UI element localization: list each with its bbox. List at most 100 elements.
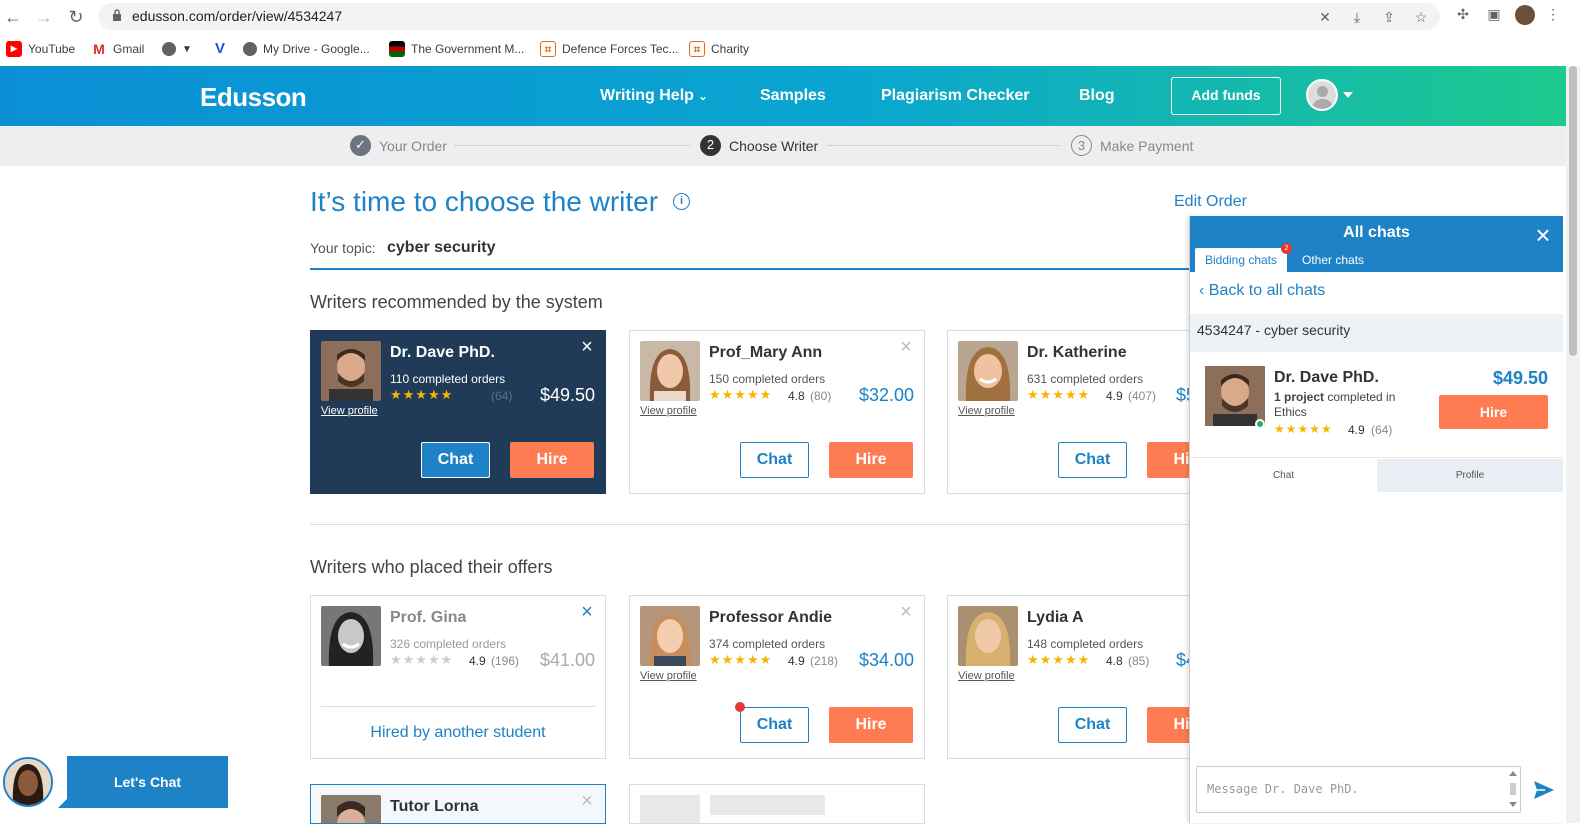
back-to-all-chats-link[interactable]: ‹ Back to all chats bbox=[1199, 282, 1325, 300]
section-divider bbox=[310, 524, 1190, 525]
nav-plagiarism-checker[interactable]: Plagiarism Checker bbox=[881, 87, 1030, 105]
caret-down-icon[interactable] bbox=[1343, 92, 1353, 98]
recommended-section-title: Writers recommended by the system bbox=[310, 292, 603, 312]
skeleton-text bbox=[710, 795, 825, 815]
address-bar[interactable]: edusson.com/order/view/4534247 ✕ ⤓ ⇪ ☆ bbox=[98, 3, 1440, 30]
share-icon[interactable]: ⇪ bbox=[1381, 9, 1397, 25]
side-panel-icon[interactable]: ▣ bbox=[1486, 6, 1502, 22]
writer-name[interactable]: Professor Andie bbox=[709, 609, 832, 627]
gmail-icon: M bbox=[91, 41, 107, 57]
bookmark-charity[interactable]: ⌗ Charity bbox=[689, 41, 749, 57]
send-icon[interactable] bbox=[1533, 779, 1555, 801]
writer-projects: 1 project completed in Ethics bbox=[1274, 390, 1396, 419]
completed-orders: 148 completed orders bbox=[1027, 637, 1144, 651]
offers-section-title: Writers who placed their offers bbox=[310, 557, 553, 577]
dropdown-arrow-icon: ▼ bbox=[182, 43, 192, 55]
menu-dots-icon[interactable]: ⋮ bbox=[1545, 6, 1561, 22]
extensions-icon[interactable]: ✣ bbox=[1455, 6, 1471, 22]
user-avatar[interactable] bbox=[1306, 79, 1338, 111]
rating-value: 4.9 bbox=[469, 389, 486, 403]
writer-photo bbox=[321, 606, 381, 666]
chat-button[interactable]: Chat bbox=[421, 442, 490, 478]
scrollbar-thumb[interactable] bbox=[1569, 66, 1577, 356]
writer-card: Tutor Lorna × bbox=[310, 784, 606, 824]
profile-avatar[interactable] bbox=[1515, 5, 1535, 25]
info-icon[interactable]: i bbox=[673, 193, 690, 210]
close-icon[interactable]: × bbox=[1533, 222, 1553, 248]
hire-button[interactable]: Hire bbox=[510, 442, 594, 478]
view-profile-link[interactable]: View profile bbox=[640, 405, 697, 417]
close-icon[interactable]: × bbox=[898, 602, 914, 622]
writer-name[interactable]: Lydia A bbox=[1027, 609, 1084, 627]
edit-order-link[interactable]: Edit Order bbox=[1174, 193, 1247, 211]
step-your-order[interactable]: ✓ Your Order bbox=[350, 135, 447, 156]
edusson-logo[interactable]: Edusson bbox=[200, 82, 307, 113]
site-icon: ⌗ bbox=[540, 41, 556, 57]
bookmark-youtube[interactable]: ▶ YouTube bbox=[6, 41, 75, 57]
reload-icon[interactable]: ↻ bbox=[65, 6, 87, 28]
message-input[interactable]: Message Dr. Dave PhD. bbox=[1196, 766, 1521, 813]
add-funds-button[interactable]: Add funds bbox=[1171, 77, 1281, 115]
tab-profile[interactable]: Profile bbox=[1377, 459, 1563, 492]
nav-blog[interactable]: Blog bbox=[1079, 87, 1115, 105]
rating-count: (80) bbox=[810, 389, 832, 403]
input-scrollbar[interactable] bbox=[1508, 769, 1518, 809]
unread-badge: 2 bbox=[1281, 243, 1292, 254]
view-profile-link[interactable]: View profile bbox=[321, 405, 378, 417]
notifications-off-icon[interactable]: ✕ bbox=[1317, 9, 1333, 25]
order-steps: ✓ Your Order 2 Choose Writer 3 Make Payment bbox=[0, 126, 1566, 166]
writer-card: View profile Professor Andie 374 complet… bbox=[629, 595, 925, 759]
bookmark-gmail[interactable]: M Gmail bbox=[91, 41, 144, 57]
star-rating-icon: ★★★★★ bbox=[1027, 652, 1091, 667]
chat-button[interactable]: Chat bbox=[1058, 442, 1127, 478]
rating-value: 4.8 bbox=[788, 389, 805, 403]
star-rating-icon: ★★★★★ bbox=[390, 652, 454, 667]
chat-button[interactable]: Chat bbox=[740, 442, 809, 478]
writer-card: View profile Dr. Dave PhD. 110 completed… bbox=[310, 330, 606, 494]
chat-button[interactable]: Chat bbox=[1058, 707, 1127, 743]
bookmark-defence[interactable]: ⌗ Defence Forces Tec... bbox=[540, 41, 679, 57]
youtube-icon: ▶ bbox=[6, 41, 22, 57]
hire-button[interactable]: Hire bbox=[829, 442, 913, 478]
writer-name[interactable]: Prof_Mary Ann bbox=[709, 344, 822, 362]
support-avatar[interactable] bbox=[3, 757, 53, 807]
writer-name[interactable]: Prof. Gina bbox=[390, 609, 466, 627]
nav-samples[interactable]: Samples bbox=[760, 87, 826, 105]
topic-value: cyber security bbox=[387, 239, 496, 256]
close-icon[interactable]: × bbox=[898, 337, 914, 357]
close-icon[interactable]: × bbox=[579, 791, 595, 811]
writer-name[interactable]: Dr. Dave PhD. bbox=[1274, 369, 1379, 387]
rating-count: (196) bbox=[491, 654, 520, 668]
hire-button[interactable]: Hire bbox=[829, 707, 913, 743]
bookmark-globe[interactable]: ▼ bbox=[162, 41, 192, 57]
completed-orders: 631 completed orders bbox=[1027, 372, 1144, 386]
tab-bidding-chats[interactable]: Bidding chats bbox=[1195, 248, 1287, 272]
writer-card: View profile Prof_Mary Ann 150 completed… bbox=[629, 330, 925, 494]
close-icon[interactable]: × bbox=[579, 602, 595, 622]
lock-icon bbox=[113, 9, 121, 21]
back-arrow-icon[interactable]: ← bbox=[2, 6, 24, 28]
writer-name[interactable]: Dr. Dave PhD. bbox=[390, 344, 495, 362]
writer-name[interactable]: Dr. Katherine bbox=[1027, 344, 1127, 362]
nav-writing-help[interactable]: Writing Help ⌄ bbox=[600, 87, 708, 105]
bookmark-v[interactable]: V bbox=[212, 41, 228, 57]
view-profile-link[interactable]: View profile bbox=[958, 670, 1015, 682]
writer-name[interactable]: Tutor Lorna bbox=[390, 798, 479, 816]
bookmark-my-drive[interactable]: My Drive - Google... bbox=[243, 41, 370, 57]
download-icon[interactable]: ⤓ bbox=[1349, 9, 1365, 25]
skeleton-photo bbox=[640, 795, 700, 823]
page-scrollbar[interactable] bbox=[1566, 66, 1580, 823]
chat-panel: All chats × Bidding chats 2 Other chats … bbox=[1189, 216, 1563, 823]
bookmark-government[interactable]: The Government M... bbox=[389, 41, 524, 57]
bookmark-star-icon[interactable]: ☆ bbox=[1413, 9, 1429, 25]
tab-chat[interactable]: Chat bbox=[1190, 459, 1377, 492]
chat-button[interactable]: Chat bbox=[735, 702, 809, 743]
forward-arrow-icon[interactable]: → bbox=[33, 6, 55, 28]
tab-other-chats[interactable]: Other chats bbox=[1302, 253, 1364, 267]
close-icon[interactable]: × bbox=[579, 337, 595, 357]
lets-chat-button[interactable]: Let's Chat bbox=[67, 756, 228, 808]
rating-count: (407) bbox=[1128, 389, 1157, 403]
view-profile-link[interactable]: View profile bbox=[640, 670, 697, 682]
hire-button[interactable]: Hire bbox=[1439, 395, 1548, 429]
view-profile-link[interactable]: View profile bbox=[958, 405, 1015, 417]
